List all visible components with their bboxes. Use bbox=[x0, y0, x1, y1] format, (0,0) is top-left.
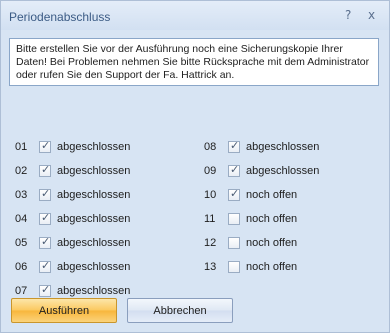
period-status: abgeschlossen bbox=[246, 165, 320, 177]
period-row-04[interactable]: 04 abgeschlossen bbox=[15, 211, 130, 227]
info-text: Bitte erstellen Sie vor der Ausführung n… bbox=[16, 43, 370, 81]
period-checkbox[interactable] bbox=[228, 139, 240, 153]
period-checkbox[interactable] bbox=[39, 211, 51, 225]
period-status: abgeschlossen bbox=[57, 261, 131, 273]
execute-button[interactable]: Ausführen bbox=[11, 298, 117, 323]
period-row-03[interactable]: 03 abgeschlossen bbox=[15, 187, 130, 203]
period-status: abgeschlossen bbox=[57, 213, 131, 225]
period-number: 01 bbox=[15, 141, 28, 153]
title-bar: Periodenabschluss ? x bbox=[1, 1, 389, 30]
period-close-dialog: Periodenabschluss ? x Bitte erstellen Si… bbox=[0, 0, 390, 333]
period-number: 03 bbox=[15, 189, 28, 201]
period-row-07[interactable]: 07 abgeschlossen bbox=[15, 283, 130, 299]
period-row-08[interactable]: 08 abgeschlossen bbox=[204, 139, 319, 155]
period-checkbox[interactable] bbox=[39, 139, 51, 153]
period-checkbox[interactable] bbox=[39, 283, 51, 297]
period-number: 08 bbox=[204, 141, 217, 153]
period-row-13[interactable]: 13 noch offen bbox=[204, 259, 297, 275]
period-status: noch offen bbox=[246, 213, 298, 225]
period-number: 05 bbox=[15, 237, 28, 249]
period-checkbox[interactable] bbox=[228, 261, 240, 273]
period-row-10[interactable]: 10 noch offen bbox=[204, 187, 297, 203]
period-status: noch offen bbox=[246, 237, 298, 249]
period-number: 11 bbox=[204, 213, 216, 225]
period-row-02[interactable]: 02 abgeschlossen bbox=[15, 163, 130, 179]
period-status: noch offen bbox=[246, 189, 298, 201]
period-checkbox[interactable] bbox=[228, 187, 240, 201]
period-row-05[interactable]: 05 abgeschlossen bbox=[15, 235, 130, 251]
period-row-06[interactable]: 06 abgeschlossen bbox=[15, 259, 130, 275]
close-icon[interactable]: x bbox=[368, 8, 375, 22]
period-number: 12 bbox=[204, 237, 217, 249]
period-checkbox[interactable] bbox=[228, 237, 240, 249]
period-checkbox[interactable] bbox=[39, 187, 51, 201]
period-checkbox[interactable] bbox=[228, 163, 240, 177]
cancel-button[interactable]: Abbrechen bbox=[127, 298, 233, 323]
period-status: abgeschlossen bbox=[57, 189, 131, 201]
period-row-11[interactable]: 11 noch offen bbox=[204, 211, 297, 227]
period-number: 04 bbox=[15, 213, 28, 225]
period-status: abgeschlossen bbox=[57, 285, 131, 297]
period-status: abgeschlossen bbox=[57, 237, 131, 249]
info-message: Bitte erstellen Sie vor der Ausführung n… bbox=[9, 38, 379, 86]
period-number: 07 bbox=[15, 285, 28, 297]
help-icon[interactable]: ? bbox=[345, 8, 351, 22]
dialog-title: Periodenabschluss bbox=[9, 10, 111, 24]
period-number: 10 bbox=[204, 189, 217, 201]
period-status: abgeschlossen bbox=[57, 141, 131, 153]
period-row-01[interactable]: 01 abgeschlossen bbox=[15, 139, 130, 155]
period-row-09[interactable]: 09 abgeschlossen bbox=[204, 163, 319, 179]
period-status: abgeschlossen bbox=[246, 141, 320, 153]
period-row-12[interactable]: 12 noch offen bbox=[204, 235, 297, 251]
period-number: 09 bbox=[204, 165, 217, 177]
period-checkbox[interactable] bbox=[228, 213, 240, 225]
period-checkbox[interactable] bbox=[39, 259, 51, 273]
period-checkbox[interactable] bbox=[39, 235, 51, 249]
period-number: 06 bbox=[15, 261, 28, 273]
period-status: noch offen bbox=[246, 261, 298, 273]
period-number: 13 bbox=[204, 261, 217, 273]
period-status: abgeschlossen bbox=[57, 165, 131, 177]
period-checkbox[interactable] bbox=[39, 163, 51, 177]
period-number: 02 bbox=[15, 165, 28, 177]
